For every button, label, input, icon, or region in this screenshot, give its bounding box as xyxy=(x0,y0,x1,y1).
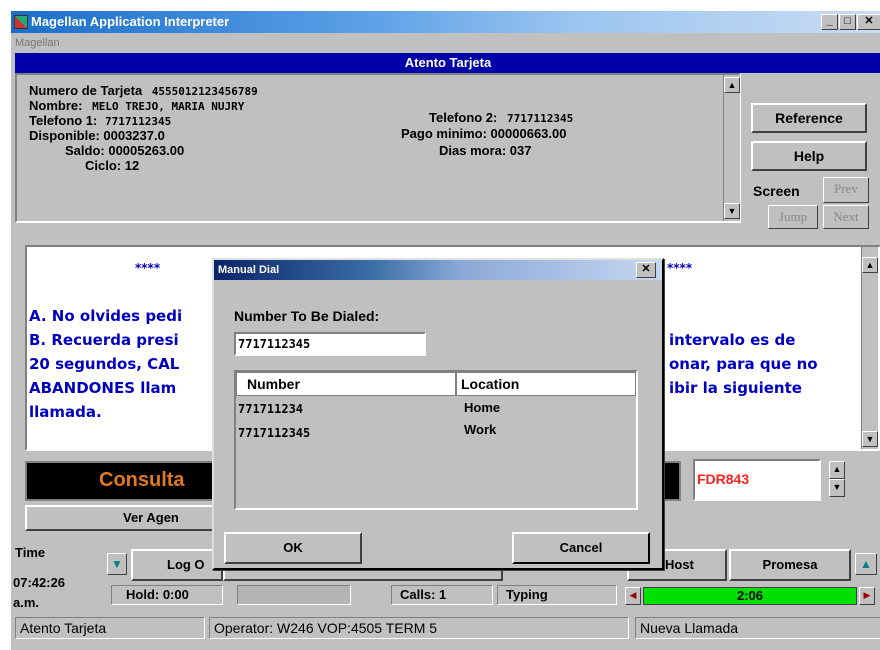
dialog-title: Manual Dial xyxy=(218,264,280,276)
table-row[interactable]: 771711234 Home xyxy=(236,400,636,420)
manual-dial-dialog: Manual Dial ✕ Number To Be Dialed: 77171… xyxy=(212,258,664,570)
phone2-value: 7717112345 xyxy=(507,112,574,125)
dialog-title-bar: Manual Dial xyxy=(214,260,662,280)
balance: Saldo: 00005263.00 xyxy=(65,143,185,158)
reference-button[interactable]: Reference xyxy=(751,103,867,133)
script-line-d-right: ibir la siguiente xyxy=(669,379,802,397)
window-title: Magellan Application Interpreter xyxy=(31,14,230,29)
app-icon xyxy=(14,15,28,29)
cycle: Ciclo: 12 xyxy=(85,158,140,173)
customer-name: MELO TREJO, MARIA NUJRY xyxy=(92,100,245,113)
account-info: Numero de Tarjeta 4555012123456789 Nombr… xyxy=(29,83,709,213)
script-line-b-right: intervalo es de xyxy=(669,331,796,349)
consulta-label: Consulta xyxy=(99,469,185,491)
maximize-button[interactable]: □ xyxy=(839,14,856,30)
code-field[interactable]: FDR843 xyxy=(693,459,821,501)
phone1-label: Telefono 1: xyxy=(29,113,98,128)
close-button[interactable]: ✕ xyxy=(857,14,880,30)
cancel-button[interactable]: Cancel xyxy=(512,532,650,564)
dialog-close-icon[interactable]: ✕ xyxy=(636,262,656,278)
row-location: Home xyxy=(464,400,501,415)
status-bar: Atento Tarjeta Operator: W246 VOP:4505 T… xyxy=(15,617,880,639)
menu-bar: Magellan xyxy=(11,33,880,53)
jump-button[interactable]: Jump xyxy=(768,205,818,229)
time-ampm: a.m. xyxy=(13,595,40,610)
script-line-a: A. No olvides pedi xyxy=(29,307,183,325)
consulta-box-right xyxy=(661,461,681,501)
script-line-c: 20 segundos, CAL xyxy=(29,355,180,373)
time-value: 07:42:26 xyxy=(13,575,66,590)
code-spin-down-icon[interactable]: ▼ xyxy=(829,479,845,497)
row-number: 7717112345 xyxy=(238,426,311,440)
script-scroll-down-icon[interactable]: ▼ xyxy=(862,431,878,447)
call-timer: 2:06 xyxy=(643,587,857,605)
stars-right: **** xyxy=(667,261,693,275)
info-scrollbar[interactable]: ▲ ▼ xyxy=(723,75,740,221)
status-app: Atento Tarjeta xyxy=(15,617,205,639)
help-button[interactable]: Help xyxy=(751,141,867,171)
typing-status: Typing xyxy=(497,585,617,605)
account-info-panel: Numero de Tarjeta 4555012123456789 Nombr… xyxy=(15,73,741,223)
row-number: 771711234 xyxy=(238,402,304,416)
script-line-c-right: onar, para que no xyxy=(669,355,818,373)
script-scrollbar[interactable]: ▲ ▼ xyxy=(861,247,878,449)
calls-count: Calls: 1 xyxy=(391,585,493,605)
timer-right-icon[interactable]: ▶ xyxy=(859,587,875,605)
status-operator: Operator: W246 VOP:4505 TERM 5 xyxy=(209,617,629,639)
ok-button[interactable]: OK xyxy=(224,532,362,564)
next-button[interactable]: Next xyxy=(823,205,869,229)
col-number-header[interactable]: Number xyxy=(236,372,456,396)
hold-timer: Hold: 0:00 xyxy=(111,585,223,605)
row-location: Work xyxy=(464,422,497,437)
script-line-b: B. Recuerda presi xyxy=(29,331,179,349)
scroll-down-icon[interactable]: ▼ xyxy=(724,203,740,219)
phone2-label: Telefono 2: xyxy=(429,110,498,125)
promesa-button[interactable]: Promesa xyxy=(729,549,851,581)
number-label: Number To Be Dialed: xyxy=(234,308,380,324)
title-bar: Magellan Application Interpreter xyxy=(11,11,880,33)
script-scroll-up-icon[interactable]: ▲ xyxy=(862,257,878,273)
days-late: Dias mora: 037 xyxy=(439,143,532,158)
card-number: 4555012123456789 xyxy=(151,85,258,98)
minimum-payment: Pago minimo: 00000663.00 xyxy=(401,126,567,141)
screen-header: Atento Tarjeta xyxy=(15,53,880,73)
logout-button[interactable]: Log O xyxy=(131,549,223,581)
consulta-box: Consulta xyxy=(25,461,215,501)
status-state: Nueva Llamada xyxy=(635,617,880,639)
number-input-value: 7717112345 xyxy=(238,337,311,351)
stars-left: **** xyxy=(135,261,161,275)
table-row[interactable]: 7717112345 Work xyxy=(236,422,636,442)
available-credit: Disponible: 0003237.0 xyxy=(29,128,165,143)
ver-agenda-button[interactable]: Ver Agen xyxy=(25,505,215,531)
code-value: FDR843 xyxy=(697,471,750,487)
prev-button[interactable]: Prev xyxy=(823,177,869,203)
phone1-value: 7717112345 xyxy=(105,115,172,128)
time-label: Time xyxy=(15,545,46,560)
progress-field xyxy=(237,585,351,605)
minimize-button[interactable]: _ xyxy=(821,14,838,30)
card-label: Numero de Tarjeta xyxy=(29,83,143,98)
timer-left-icon[interactable]: ◀ xyxy=(625,587,641,605)
number-input[interactable]: 7717112345 xyxy=(234,332,426,356)
script-line-d: ABANDONES llam xyxy=(29,379,177,397)
arrow-up-icon[interactable]: ▲ xyxy=(855,553,877,575)
menu-magellan[interactable]: Magellan xyxy=(15,37,60,49)
screen-label: Screen xyxy=(753,183,800,199)
code-spin-up-icon[interactable]: ▲ xyxy=(829,461,845,479)
col-location-header[interactable]: Location xyxy=(456,372,636,396)
script-line-e: llamada. xyxy=(29,403,102,421)
arrow-down-icon[interactable]: ▼ xyxy=(107,553,127,575)
scroll-up-icon[interactable]: ▲ xyxy=(724,77,740,93)
number-table: Number Location 771711234 Home 771711234… xyxy=(234,370,638,510)
name-label: Nombre: xyxy=(29,98,83,113)
